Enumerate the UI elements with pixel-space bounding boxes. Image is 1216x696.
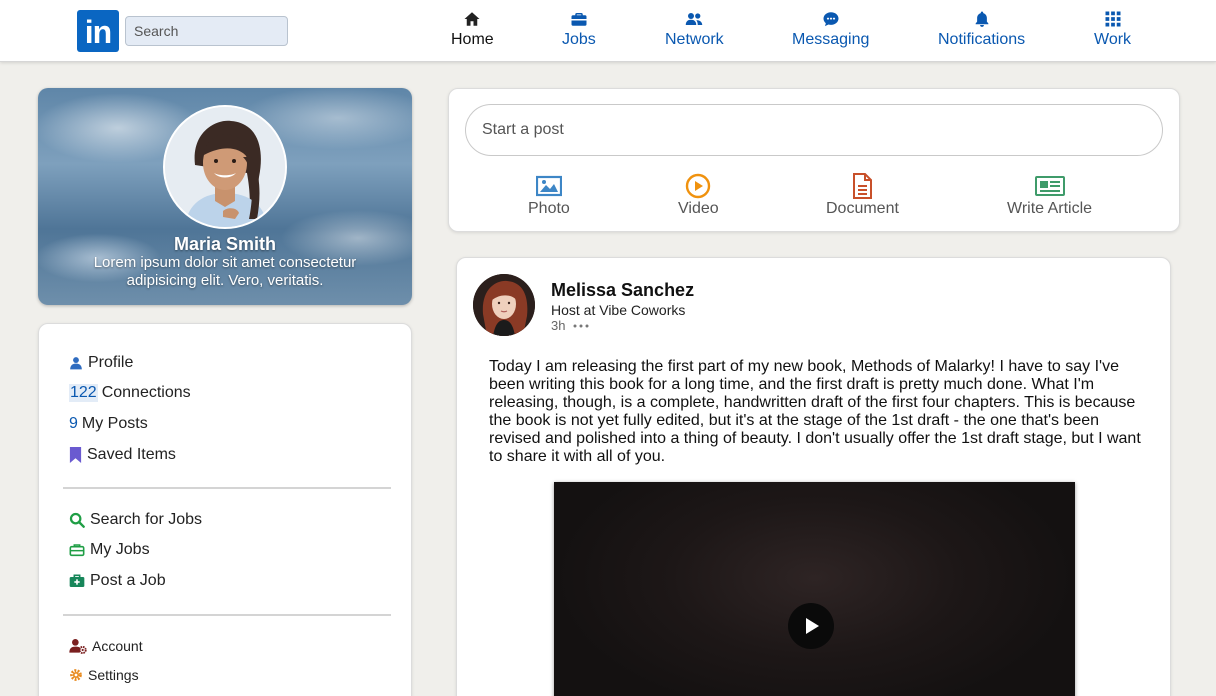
sidebar-item-my-posts[interactable]: 9 My Posts: [69, 415, 148, 433]
nav-notifications-label: Notifications: [938, 31, 1026, 48]
sidebar-item-my-jobs-label: My Jobs: [90, 541, 150, 558]
photo-button[interactable]: Photo: [528, 173, 570, 218]
nav-jobs-label: Jobs: [562, 31, 596, 48]
sidebar-item-search-jobs-label: Search for Jobs: [90, 511, 203, 528]
top-navigation-bar: in Home Jobs Network Messaging: [0, 0, 1216, 62]
video-button[interactable]: Video: [678, 173, 719, 218]
nav-notifications[interactable]: Notifications: [938, 10, 1025, 54]
play-icon: [806, 618, 819, 634]
sidebar-item-saved-items[interactable]: Saved Items: [69, 446, 176, 464]
gear-icon: [70, 669, 82, 681]
briefcase-icon: [571, 13, 587, 26]
bookmark-icon: [69, 447, 82, 463]
more-options-icon[interactable]: [573, 323, 589, 329]
search-input[interactable]: [125, 16, 288, 46]
sidebar-item-connections-label: Connections: [101, 384, 191, 401]
post-composer: Photo Video Document Write Article: [448, 88, 1180, 232]
photo-label: Photo: [528, 200, 570, 217]
post-meta: 3h: [551, 318, 589, 333]
linkedin-logo[interactable]: in: [77, 10, 119, 52]
sidebar-item-search-jobs[interactable]: Search for Jobs: [69, 511, 202, 529]
sidebar-item-post-job[interactable]: Post a Job: [69, 572, 166, 590]
profile-card: Maria Smith Lorem ipsum dolor sit amet c…: [38, 88, 412, 305]
nav-jobs[interactable]: Jobs: [562, 10, 596, 54]
profile-photo: [165, 107, 285, 227]
sidebar-item-my-posts-label: My Posts: [81, 415, 148, 432]
magnifier-icon: [69, 512, 85, 528]
author-name[interactable]: Melissa Sanchez: [551, 280, 694, 301]
nav-home[interactable]: Home: [451, 10, 494, 54]
sidebar-item-account[interactable]: Account: [69, 638, 143, 654]
document-button[interactable]: Document: [826, 173, 899, 218]
nav-messaging-label: Messaging: [792, 31, 870, 48]
nav-messaging[interactable]: Messaging: [792, 10, 869, 54]
menu-divider: [63, 614, 391, 616]
write-article-button[interactable]: Write Article: [1007, 173, 1092, 218]
sidebar-item-settings[interactable]: Settings: [69, 667, 139, 683]
write-article-label: Write Article: [1007, 200, 1093, 217]
grid-icon: [1105, 11, 1121, 27]
sidebar-item-my-jobs[interactable]: My Jobs: [69, 541, 150, 559]
connections-count: 122: [69, 384, 98, 402]
start-post-input[interactable]: [465, 104, 1163, 156]
sidebar-item-account-label: Account: [92, 638, 143, 654]
author-title: Host at Vibe Coworks: [551, 302, 686, 318]
home-icon: [464, 12, 480, 26]
post-time: 3h: [551, 318, 566, 333]
nav-work-label: Work: [1094, 31, 1132, 48]
profile-name[interactable]: Maria Smith: [38, 234, 412, 254]
profile-avatar[interactable]: [163, 105, 287, 229]
play-button[interactable]: [788, 603, 834, 649]
photo-icon: [535, 175, 562, 197]
briefcase-outline-icon: [69, 544, 85, 557]
user-gear-icon: [69, 639, 87, 654]
article-icon: [1034, 176, 1065, 196]
sidebar-item-profile-label: Profile: [88, 354, 134, 371]
video-player[interactable]: [554, 482, 1075, 696]
chat-icon: [823, 12, 839, 27]
people-icon: [686, 13, 703, 25]
bell-icon: [975, 11, 988, 27]
sidebar-item-connections[interactable]: 122 Connections: [69, 384, 191, 402]
menu-divider: [63, 487, 391, 489]
sidebar-item-post-job-label: Post a Job: [90, 572, 166, 589]
person-icon: [70, 357, 82, 370]
posts-count: 9: [69, 415, 78, 432]
video-play-icon: [686, 173, 711, 199]
post-body-text: Today I am releasing the first part of m…: [489, 358, 1141, 465]
feed-post: Melissa Sanchez Host at Vibe Coworks 3h …: [456, 257, 1171, 696]
document-icon: [853, 173, 873, 199]
profile-bio: Lorem ipsum dolor sit amet consectetur a…: [93, 254, 357, 289]
sidebar-menu-card: Profile 122 Connections 9 My Posts Saved…: [38, 323, 412, 696]
nav-network[interactable]: Network: [665, 10, 724, 54]
sidebar-item-settings-label: Settings: [88, 667, 139, 683]
nav-network-label: Network: [665, 31, 724, 48]
sidebar-item-profile[interactable]: Profile: [69, 354, 133, 372]
video-label: Video: [678, 200, 719, 217]
author-avatar[interactable]: [473, 274, 535, 336]
nav-home-label: Home: [451, 31, 494, 48]
nav-work[interactable]: Work: [1094, 10, 1131, 54]
briefcase-plus-icon: [69, 574, 85, 587]
document-label: Document: [826, 200, 899, 217]
author-photo: [473, 274, 535, 336]
sidebar-item-saved-items-label: Saved Items: [87, 446, 176, 463]
